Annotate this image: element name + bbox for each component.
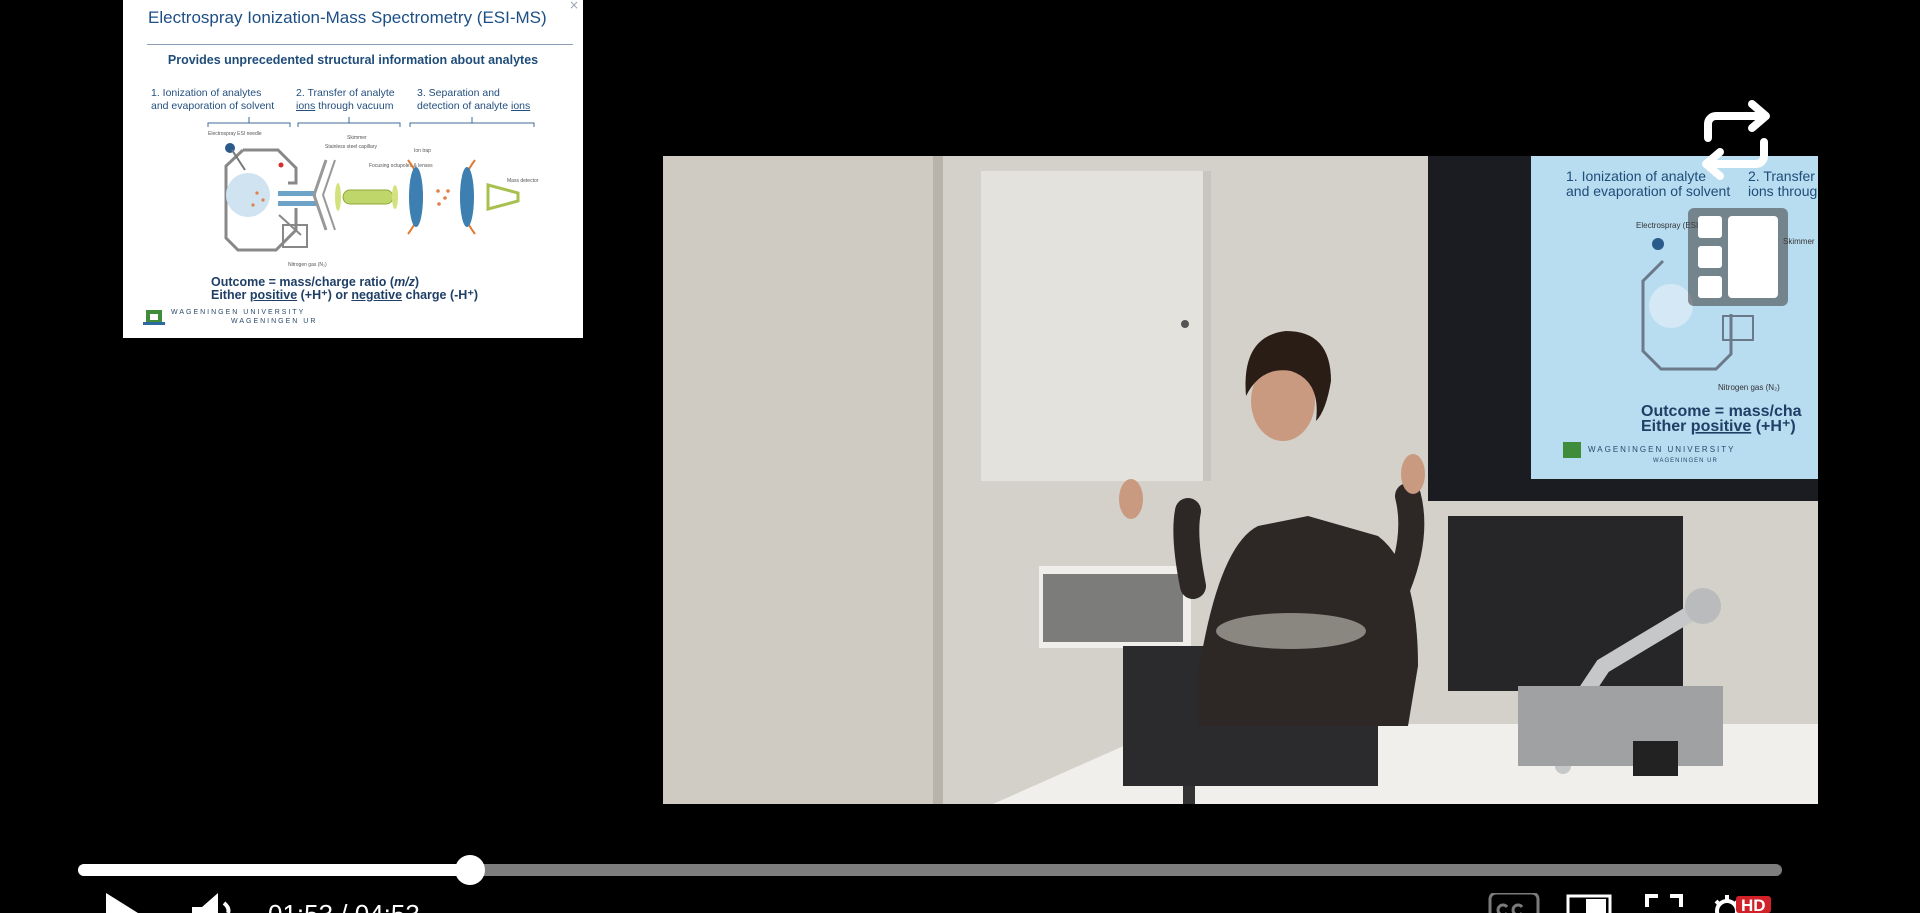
time-separator: / (333, 899, 355, 913)
step-2-line-2: ions through vacuum (296, 100, 395, 113)
esi-ms-diagram: Electrospray ESI needle Stainless steel … (207, 117, 539, 268)
step-3-ions: ions (510, 100, 531, 112)
chapters-icon (1698, 216, 1778, 298)
step-1-line-1: 1. Ionization of analytes (151, 87, 262, 99)
step-1-line-2: and evaporation of solvent (151, 100, 275, 112)
step-2-line-1: 2. Transfer of analyte (296, 87, 395, 99)
player-controls: 01:53 / 04:53 (0, 891, 1920, 913)
slide-subtitle: Provides unprecedented structural inform… (167, 53, 539, 67)
step-3-text: 3. Separation and detection of analyte i… (417, 87, 530, 113)
closed-captions-icon (1488, 891, 1540, 913)
picture-in-picture-icon (1566, 894, 1612, 913)
video-slide-either-pre: Either (1641, 418, 1691, 435)
logo-line-2: WAGENINGEN UR (231, 318, 318, 325)
slide-divider (147, 44, 573, 45)
video-slide-col2b: ions through (1748, 183, 1818, 199)
outcome-text: Outcome = mass/charge ratio (m/z) Either… (211, 276, 478, 302)
step-2-rest: through vacuum (315, 100, 394, 112)
replay-icon (1702, 100, 1770, 180)
label-capillary: Stainless steel capillary (325, 144, 377, 150)
fullscreen-icon (1645, 894, 1683, 907)
logo-line-1: WAGENINGEN UNIVERSITY (171, 309, 306, 316)
slide-title: Electrospray Ionization-Mass Spectrometr… (148, 8, 547, 27)
slide-thumbnail[interactable]: × Electrospray Ionization-Mass Spectrome… (123, 0, 583, 338)
step-2-ions: ions (296, 100, 316, 112)
picture-in-picture-button[interactable] (1566, 893, 1612, 913)
positive-word: positive (249, 288, 298, 302)
progress-bar[interactable] (78, 855, 1782, 885)
close-slide-icon[interactable]: × (569, 0, 579, 12)
positive-charge: (+H⁺) or (297, 288, 352, 302)
time-current: 01:53 (268, 899, 333, 913)
video-player: × Electrospray Ionization-Mass Spectrome… (0, 0, 1920, 913)
video-scene: 1. Ionization of analyte and evaporation… (663, 156, 1818, 804)
video-slide-line2: and evaporation of solvent (1566, 183, 1730, 199)
play-button[interactable] (102, 893, 142, 913)
negative-charge: charge (-H⁺) (402, 288, 479, 302)
video-slide-logo2: WAGENINGEN UR (1653, 458, 1718, 464)
time-total: 04:53 (355, 899, 420, 913)
step-3-pre: detection of analyte (417, 100, 511, 112)
chapters-button[interactable] (1688, 208, 1788, 306)
volume-button[interactable] (190, 893, 236, 913)
step-2-text: 2. Transfer of analyte ions through vacu… (296, 87, 395, 113)
step-3-line-1: 3. Separation and (417, 87, 500, 99)
label-focusing: Focusing octupoles & lenses (369, 163, 433, 169)
outcome-line-2: Either positive (+H⁺) or negative charge… (211, 289, 478, 302)
either-pre: Either (211, 288, 250, 302)
fullscreen-button[interactable] (1644, 893, 1684, 913)
outcome-post: ) (414, 275, 420, 289)
play-icon (106, 893, 138, 913)
step-1-text: 1. Ionization of analytes and evaporatio… (151, 87, 274, 113)
outcome-mz: m/z (394, 275, 415, 289)
replay-button[interactable] (1688, 100, 1784, 180)
wageningen-logo-mark (143, 310, 165, 325)
video-slide-either-post: (+H⁺) (1751, 418, 1795, 435)
step-3-line-2: detection of analyte ions (417, 100, 530, 113)
label-iontrap: Ion trap (414, 148, 431, 154)
wageningen-logo: WAGENINGEN UNIVERSITY WAGENINGEN UR (143, 307, 317, 327)
progress-fill (78, 864, 470, 876)
hd-badge: HD (1736, 896, 1771, 913)
video-slide-label-gas: Nitrogen gas (N₂) (1718, 383, 1780, 392)
video-slide-either: Either positive (+H⁺) (1641, 418, 1796, 435)
video-slide-logo: WAGENINGEN UNIVERSITY (1588, 445, 1736, 454)
label-nitrogen: Nitrogen gas (N₂) (288, 262, 327, 268)
volume-icon (192, 893, 231, 913)
video-slide-line1: 1. Ionization of analyte (1566, 168, 1706, 184)
outcome-pre: Outcome = mass/charge ratio ( (211, 275, 395, 289)
label-needle: Electrospray ESI needle (208, 131, 262, 137)
time-display: 01:53 / 04:53 (268, 899, 420, 913)
closed-captions-button[interactable] (1488, 891, 1540, 913)
video-slide-positive: positive (1691, 418, 1752, 435)
negative-word: negative (351, 288, 403, 302)
video-frame[interactable]: 1. Ionization of analyte and evaporation… (663, 156, 1818, 804)
progress-handle[interactable] (454, 855, 485, 885)
label-detector: Mass detector (507, 178, 539, 184)
label-skimmer: Skimmer (347, 135, 367, 141)
